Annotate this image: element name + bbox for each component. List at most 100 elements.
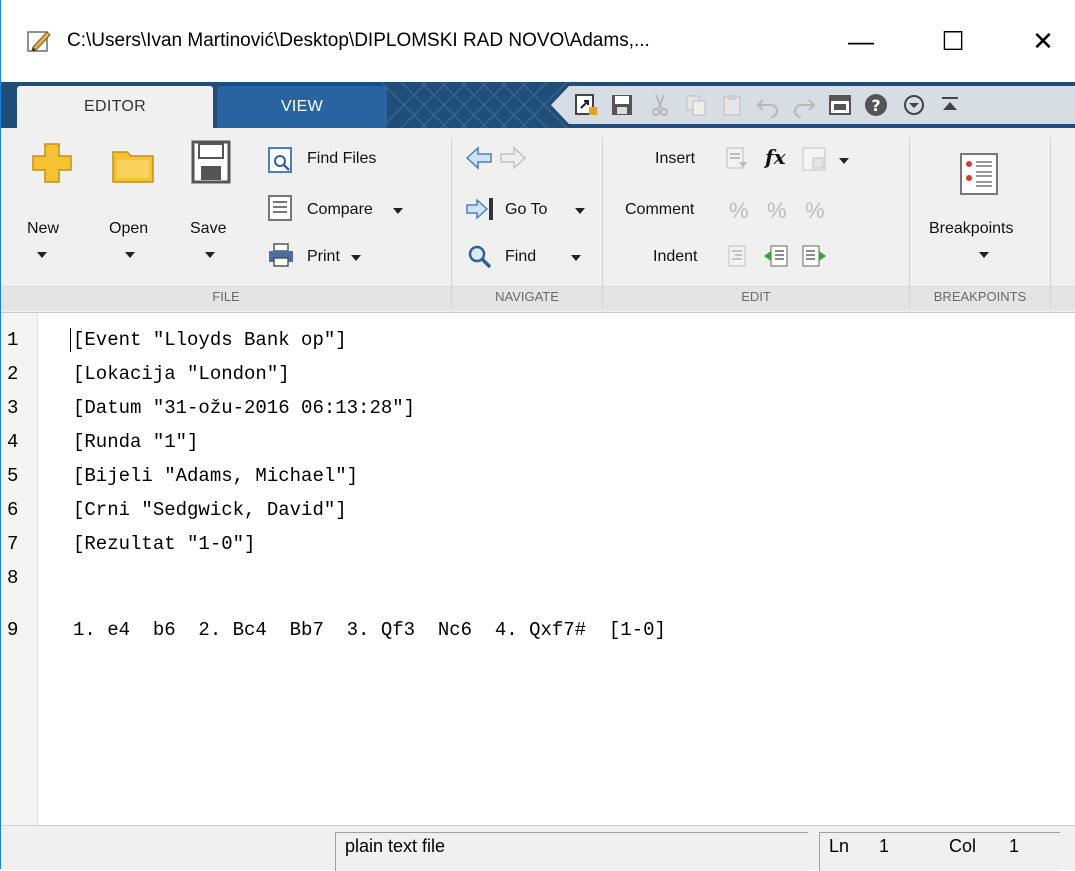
comment-icon[interactable]: % [729,198,749,224]
smart-indent-icon[interactable] [727,244,749,268]
insert-subfunction-icon[interactable] [801,146,827,172]
go-to-dropdown-icon[interactable] [575,208,585,214]
breakpoints-group-label: BREAKPOINTS [933,289,1027,304]
code-line[interactable]: 1 [Event "Lloyds Bank op"] [1,323,1075,357]
close-button[interactable]: ✕ [1013,18,1073,64]
increase-indent-icon[interactable] [763,244,789,268]
decrease-indent-icon[interactable] [801,244,827,268]
editor-window: C:\Users\Ivan Martinović\Desktop\DIPLOMS… [0,0,1075,871]
wrap-comments-icon[interactable]: % [805,198,825,224]
insert-function-icon[interactable]: fx [765,145,786,169]
find-button[interactable]: Find [505,248,536,266]
maximize-button[interactable]: ☐ [923,18,983,64]
ln-value: 1 [879,836,890,856]
quick-access-toolbar: ? [551,82,1075,128]
code-line[interactable]: 5 [Bijeli "Adams, Michael"] [1,459,1075,493]
find-files-icon [268,147,292,173]
file-type-text: plain text file [345,836,446,856]
breakpoints-icon [960,153,998,195]
breakpoints-button[interactable]: Breakpoints [929,220,1014,238]
forward-arrow-icon[interactable] [499,146,527,170]
line-text[interactable]: [Event "Lloyds Bank op"] [73,323,347,357]
new-script-icon[interactable] [573,92,599,118]
compare-button[interactable]: Compare [307,201,373,219]
line-number: 6 [7,499,19,521]
line-number: 2 [7,363,19,385]
maximize-icon: ☐ [941,25,965,56]
status-bar: plain text file Ln 1 Col 1 [1,825,1075,871]
print-button[interactable]: Print [307,248,340,266]
code-line[interactable]: 2 [Lokacija "London"] [1,357,1075,391]
copy-icon[interactable] [683,92,709,118]
switch-windows-icon[interactable] [827,92,853,118]
dropdown-menu-icon[interactable] [901,92,927,118]
text-cursor [70,328,71,352]
comment-label: Comment [625,201,695,218]
ln-label: Ln [829,836,850,856]
find-dropdown-icon[interactable] [571,255,581,261]
edit-group-label: EDIT [741,289,771,304]
minimize-toolstrip-icon[interactable] [937,92,963,118]
code-line[interactable]: 9 1. e4 b6 2. Bc4 Bb7 3. Qf3 Nc6 4. Qxf7… [1,613,1075,647]
line-number: 3 [7,397,19,419]
line-text[interactable]: [Runda "1"] [73,425,198,459]
new-dropdown-icon[interactable] [37,252,47,258]
code-line[interactable]: 3 [Datum "31-ožu-2016 06:13:28"] [1,391,1075,425]
line-text[interactable]: [Datum "31-ožu-2016 06:13:28"] [73,391,415,425]
code-editor[interactable]: 1 [Event "Lloyds Bank op"] 2 [Lokacija "… [1,313,1075,825]
help-icon[interactable]: ? [863,92,889,118]
line-text[interactable]: [Rezultat "1-0"] [73,527,255,561]
close-icon: ✕ [1032,25,1054,56]
save-icon[interactable] [609,92,635,118]
uncomment-icon[interactable]: % [767,198,787,224]
line-text[interactable]: [Lokacija "London"] [73,357,290,391]
insert-section-icon[interactable] [725,146,749,172]
go-to-button[interactable]: Go To [505,201,547,219]
line-text[interactable]: 1. e4 b6 2. Bc4 Bb7 3. Qf3 Nc6 4. Qxf7# … [73,613,666,647]
save-disk-icon [191,140,231,184]
svg-text:?: ? [871,96,880,115]
ribbon-tab-strip: EDITOR VIEW ? [1,82,1075,128]
save-button[interactable]: Save [190,220,226,238]
insert-label: Insert [655,150,696,167]
line-text[interactable]: [Crni "Sedgwick, David"] [73,493,347,527]
insert-dropdown-icon[interactable] [839,158,849,164]
print-dropdown-icon[interactable] [351,255,361,261]
col-value: 1 [1009,836,1020,856]
line-number: 4 [7,431,19,453]
line-number: 8 [7,567,19,589]
code-line[interactable]: 8 [1,561,1075,595]
new-button[interactable]: New [27,220,59,238]
save-dropdown-icon[interactable] [205,252,215,258]
code-line[interactable]: 7 [Rezultat "1-0"] [1,527,1075,561]
tab-view[interactable]: VIEW [217,86,387,128]
code-line[interactable]: 6 [Crni "Sedgwick, David"] [1,493,1075,527]
compare-dropdown-icon[interactable] [393,208,403,214]
title-bar: C:\Users\Ivan Martinović\Desktop\DIPLOMS… [1,0,1075,82]
undo-icon[interactable] [755,92,781,118]
tab-editor[interactable]: EDITOR [17,86,213,128]
line-number: 1 [7,329,19,351]
open-dropdown-icon[interactable] [125,252,135,258]
indent-label: Indent [653,248,698,265]
cursor-position-cell [819,832,1060,871]
ribbon-toolstrip: New Open Save Find Files Compare Print F… [1,128,1075,313]
back-arrow-icon[interactable] [465,146,493,170]
find-files-button[interactable]: Find Files [307,150,376,168]
cut-icon[interactable] [647,92,673,118]
paste-icon[interactable] [719,92,745,118]
file-group-label: FILE [212,289,240,304]
line-number: 9 [7,619,19,641]
minimize-button[interactable]: — [831,18,891,64]
redo-icon[interactable] [791,92,817,118]
print-icon [269,243,293,267]
open-folder-icon [112,151,154,183]
navigate-group-label: NAVIGATE [495,289,559,304]
line-text[interactable]: [Bijeli "Adams, Michael"] [73,459,358,493]
compare-icon [268,195,292,221]
find-icon [468,245,492,269]
go-to-icon [466,198,493,220]
breakpoints-dropdown-icon[interactable] [979,252,989,258]
code-line[interactable]: 4 [Runda "1"] [1,425,1075,459]
open-button[interactable]: Open [109,220,148,238]
